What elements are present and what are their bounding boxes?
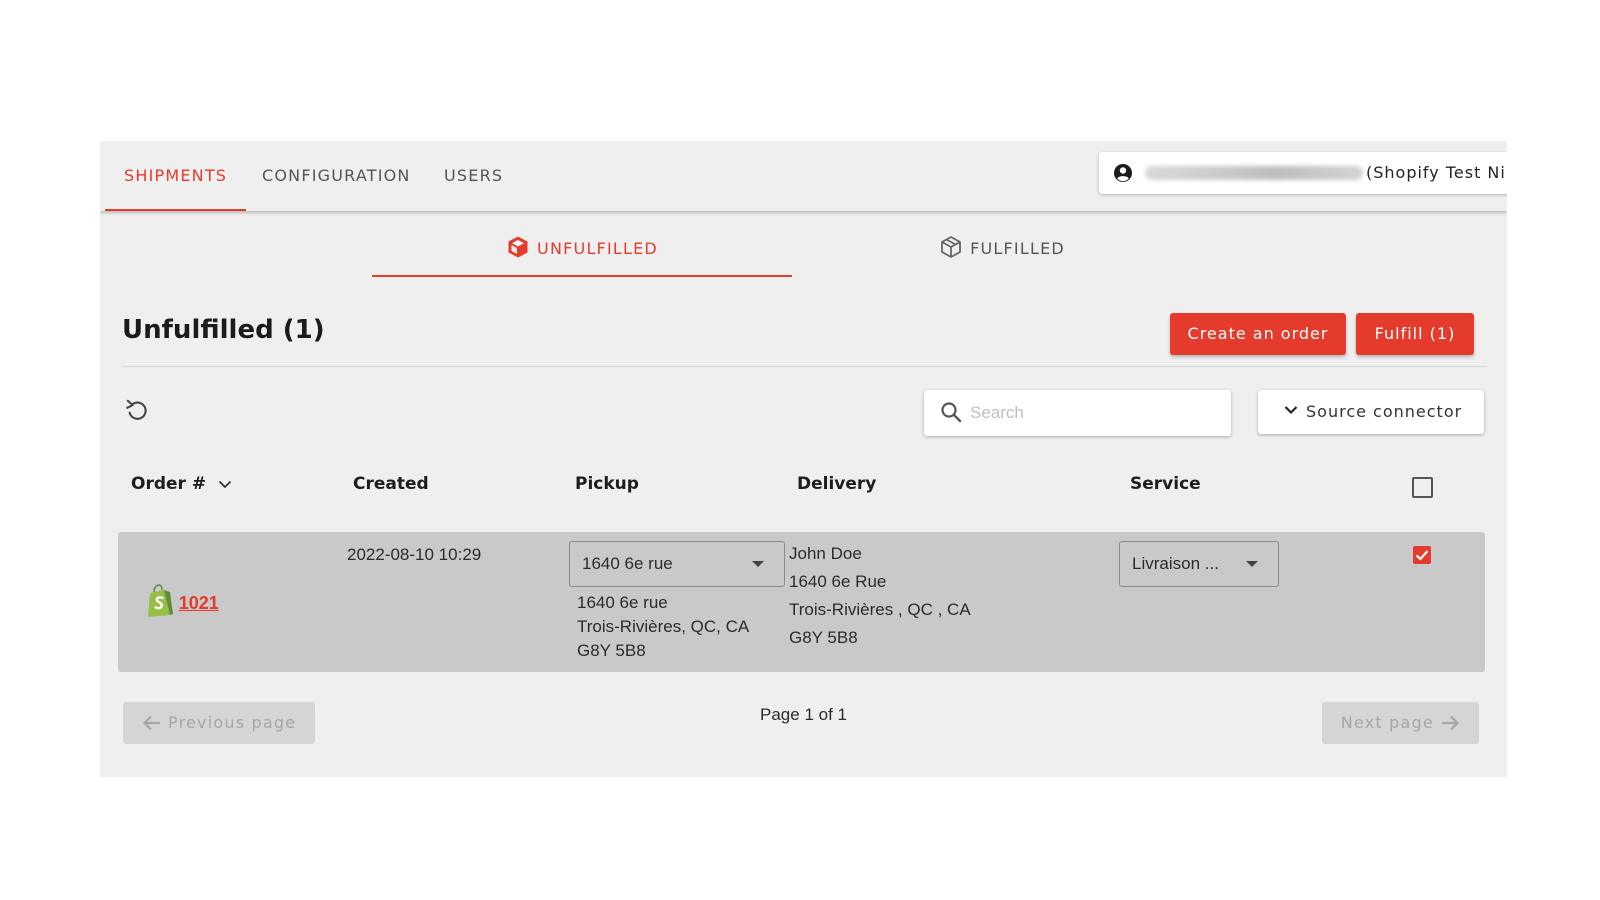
pickup-select-value: 1640 6e rue [582,554,673,573]
account-store-label: (Shopify Test Ni [1366,163,1506,182]
tab-configuration[interactable]: CONFIGURATION [262,141,411,211]
pickup-address-line: Trois-Rivières, QC, CA [577,617,750,636]
pickup-address-line: 1640 6e rue [577,593,668,612]
divider [122,366,1487,367]
service-select[interactable]: Livraison ... [1119,541,1279,587]
col-created-header: Created [353,474,429,494]
tab-unfulfilled[interactable]: UNFULFILLED [372,229,792,277]
top-nav: SHIPMENTS CONFIGURATION USERS (Shopify T… [100,141,1507,211]
tab-fulfilled-label: FULFILLED [970,239,1065,258]
delivery-name: John Doe [789,544,862,563]
delivery-line: G8Y 5B8 [789,628,858,647]
col-order-label: Order # [131,474,207,494]
create-order-button[interactable]: Create an order [1170,313,1346,355]
delivery-address: John Doe 1640 6e Rue Trois-Rivières , QC… [789,540,971,652]
source-connector-label: Source connector [1306,402,1463,421]
refresh-icon[interactable] [124,397,150,423]
col-pickup-header: Pickup [575,474,639,494]
tab-shipments[interactable]: SHIPMENTS [104,141,247,211]
select-all-checkbox[interactable] [1412,477,1433,498]
delivery-line: Trois-Rivières , QC , CA [789,600,971,619]
chevron-down-icon [1284,406,1298,415]
caret-down-icon [752,561,764,567]
next-page-label: Next page [1340,713,1434,732]
search-box[interactable] [924,390,1231,436]
order-link[interactable]: 1021 [179,593,219,613]
created-cell: 2022-08-10 10:29 [347,545,482,564]
tab-users[interactable]: USERS [444,141,503,211]
pickup-address: 1640 6e rue Trois-Rivières, QC, CA G8Y 5… [577,591,749,663]
search-icon [941,402,962,423]
pickup-select[interactable]: 1640 6e rue [569,541,785,587]
shopify-icon [148,584,173,617]
col-order-header[interactable]: Order # [131,474,232,494]
redacted-email [1145,166,1363,180]
page-info: Page 1 of 1 [760,705,847,724]
caret-down-icon [1246,561,1258,567]
service-select-value: Livraison ... [1132,554,1219,573]
page-title: Unfulfilled (1) [122,315,325,345]
shipments-app: SHIPMENTS CONFIGURATION USERS (Shopify T… [100,141,1507,777]
table-row[interactable]: 1021 2022-08-10 10:29 1640 6e rue 1640 6… [118,532,1485,672]
sort-chevron-icon[interactable] [218,480,232,489]
row-checkbox[interactable] [1413,546,1431,564]
box-icon [508,236,528,258]
delivery-line: 1640 6e Rue [789,572,887,591]
tab-fulfilled[interactable]: FULFILLED [792,229,1212,277]
col-delivery-header: Delivery [797,474,877,494]
pickup-address-line: G8Y 5B8 [577,641,646,660]
order-cell: 1021 [146,584,219,618]
tab-unfulfilled-label: UNFULFILLED [537,239,658,258]
next-page-button[interactable]: Next page [1322,702,1479,744]
col-service-header: Service [1130,474,1201,494]
box-outline-icon [941,236,961,258]
arrow-right-icon [1442,715,1460,731]
account-selector[interactable]: (Shopify Test Ni [1099,152,1507,194]
source-connector-dropdown[interactable]: Source connector [1258,390,1484,434]
fulfill-button[interactable]: Fulfill (1) [1356,313,1474,355]
search-input[interactable] [970,398,1220,428]
checkmark-icon [1415,550,1429,561]
user-circle-icon [1114,164,1132,182]
